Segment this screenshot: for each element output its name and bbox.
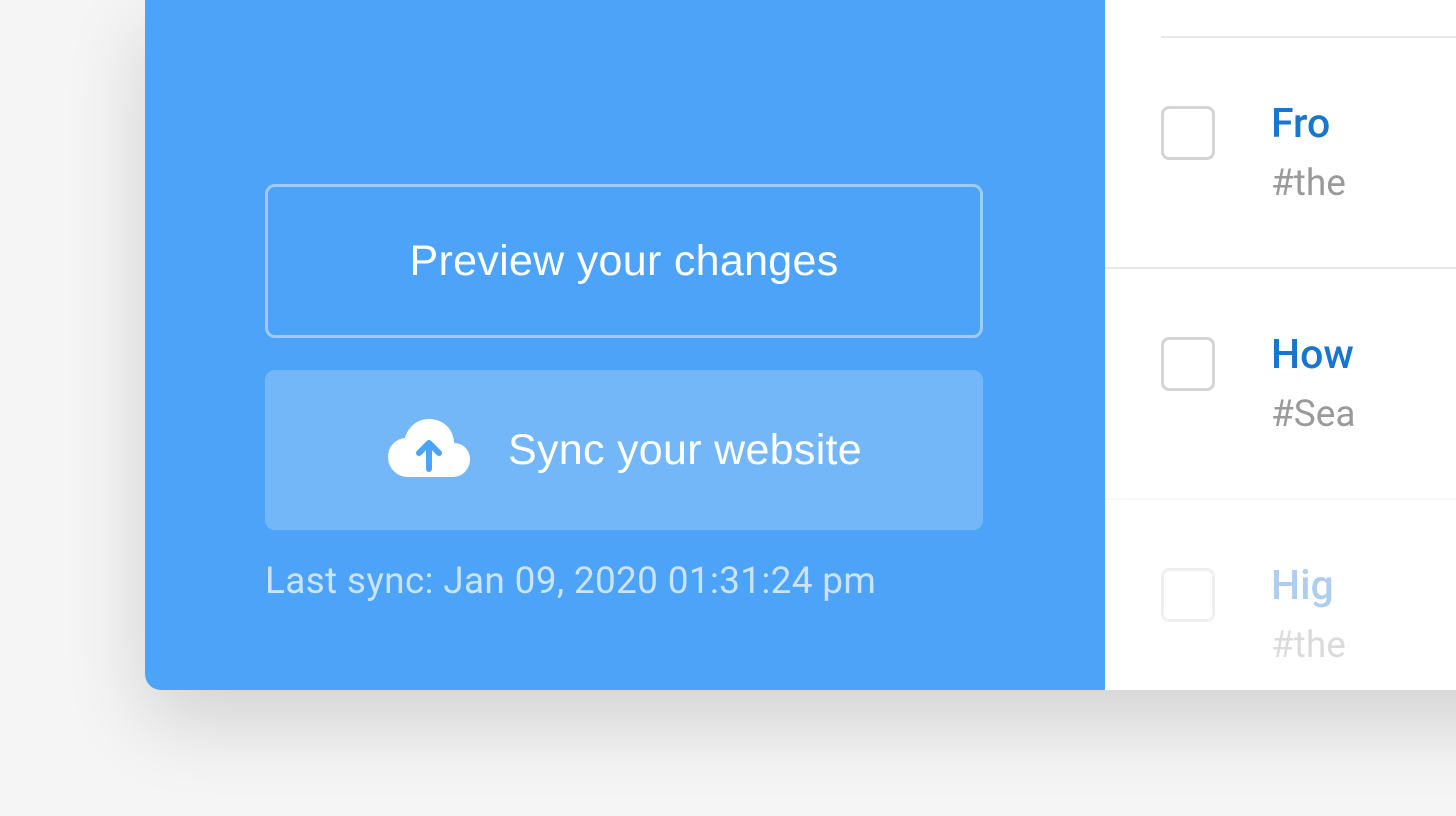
cloud-upload-icon xyxy=(386,415,472,485)
preview-button-label: Preview your changes xyxy=(409,237,838,286)
checkbox[interactable] xyxy=(1161,106,1215,160)
sync-panel: Preview your changes Sync your website L… xyxy=(145,0,1105,690)
checkbox[interactable] xyxy=(1161,337,1215,391)
checkbox[interactable] xyxy=(1161,568,1215,622)
item-tag: #the xyxy=(1271,624,1346,667)
last-sync-text: Last sync: Jan 09, 2020 01:31:24 pm xyxy=(265,560,985,603)
list-item: Hig #the xyxy=(1105,498,1456,690)
list-panel: Fro #the How #Sea Hig #the xyxy=(1105,0,1456,690)
item-title[interactable]: Fro xyxy=(1271,100,1346,148)
list-item xyxy=(1105,0,1456,36)
item-tag: #Sea xyxy=(1271,393,1356,436)
list-item: Fro #the xyxy=(1105,38,1456,267)
item-title[interactable]: How xyxy=(1271,331,1356,379)
sync-button[interactable]: Sync your website xyxy=(265,370,983,530)
preview-button[interactable]: Preview your changes xyxy=(265,184,983,338)
app-container: Preview your changes Sync your website L… xyxy=(145,0,1456,690)
item-content: Fro #the xyxy=(1271,100,1346,205)
item-content: How #Sea xyxy=(1271,331,1356,436)
item-title[interactable]: Hig xyxy=(1271,562,1346,610)
item-content: Hig #the xyxy=(1271,562,1346,667)
sync-button-label: Sync your website xyxy=(508,426,862,475)
list-item: How #Sea xyxy=(1105,267,1456,498)
item-tag: #the xyxy=(1271,162,1346,205)
